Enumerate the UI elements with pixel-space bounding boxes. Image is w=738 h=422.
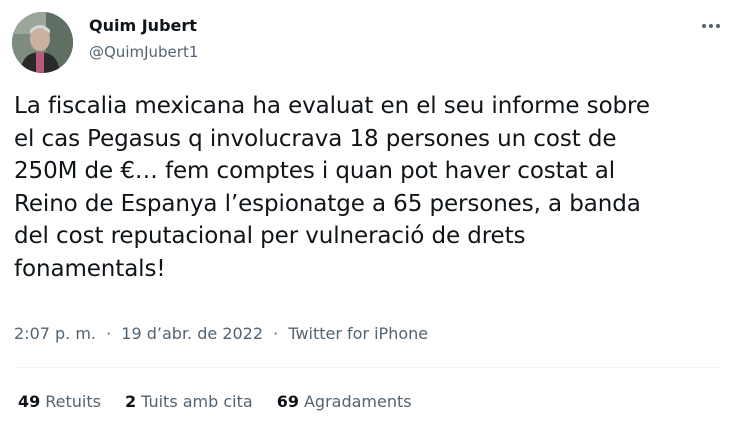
- tweet-meta: 2:07 p. m. · 19 d’abr. de 2022 · Twitter…: [14, 323, 428, 345]
- likes-stat[interactable]: 69 Agradaments: [277, 391, 412, 413]
- ellipsis-icon: [702, 24, 720, 28]
- likes-count: 69: [276, 392, 299, 411]
- quote-tweets-count: 2: [124, 392, 137, 411]
- tweet-stats: 49 Retuits 2 Tuits amb cita 69 Agradaments: [18, 391, 412, 413]
- likes-label: Agradaments: [303, 392, 412, 411]
- more-options-button[interactable]: [698, 16, 724, 36]
- tweet-time[interactable]: 2:07 p. m.: [14, 324, 96, 343]
- meta-separator: ·: [106, 324, 112, 343]
- profile-photo-icon: [12, 12, 73, 73]
- divider: [14, 367, 720, 368]
- quote-tweets-stat[interactable]: 2 Tuits amb cita: [125, 391, 253, 413]
- meta-separator: ·: [273, 324, 279, 343]
- retweets-count: 49: [18, 392, 41, 411]
- tweet-text: La fiscalia mexicana ha evaluat en el se…: [14, 93, 650, 282]
- tweet-date[interactable]: 19 d’abr. de 2022: [121, 324, 263, 343]
- tweet-card: Quim Jubert @QuimJubert1 La fiscalia mex…: [0, 0, 738, 422]
- retweets-label: Retuits: [45, 392, 101, 411]
- author-handle[interactable]: @QuimJubert1: [89, 41, 198, 63]
- author-block: Quim Jubert @QuimJubert1: [89, 15, 198, 63]
- author-display-name[interactable]: Quim Jubert: [89, 15, 198, 37]
- retweets-stat[interactable]: 49 Retuits: [18, 391, 101, 413]
- tweet-source[interactable]: Twitter for iPhone: [288, 324, 428, 343]
- avatar[interactable]: [12, 12, 73, 73]
- quote-tweets-label: Tuits amb cita: [141, 392, 253, 411]
